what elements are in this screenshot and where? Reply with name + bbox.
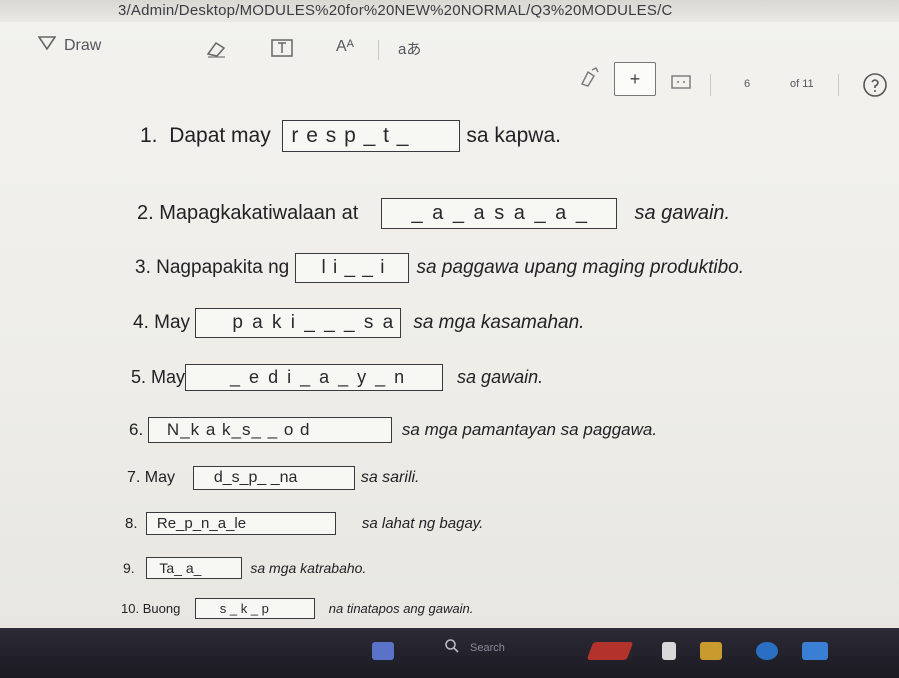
page-total: of 11 — [790, 78, 814, 90]
add-label: + — [629, 68, 641, 89]
item-number: 4. — [133, 312, 149, 333]
item-suffix: sa mga kasamahan. — [413, 312, 585, 333]
text-size-button[interactable]: Aᴬ — [336, 38, 354, 56]
toolbar-divider — [710, 74, 711, 96]
answer-box[interactable]: _ a _ a s a _ a _ — [380, 198, 617, 229]
pdf-viewer: 3/Admin/Desktop/MODULES%20for%20NEW%20NO… — [0, 0, 899, 678]
item-text: May — [151, 367, 186, 387]
pdf-toolbar: Draw Aᴬ aあ + 6 of 11 — [0, 22, 899, 100]
item-suffix: sa paggawa upang maging produktibo. — [416, 257, 744, 278]
toolbar-divider — [838, 74, 839, 96]
answer-box[interactable]: l i _ _ i — [294, 253, 409, 283]
url-text[interactable]: 3/Admin/Desktop/MODULES%20for%20NEW%20NO… — [118, 2, 673, 19]
worksheet-item: 6. N_k a k_s_ _ o d sa mga pamantayan sa… — [129, 417, 657, 443]
taskbar: Search — [0, 628, 899, 678]
item-suffix: sa gawain. — [634, 202, 731, 224]
item-number: 9. — [123, 560, 135, 576]
worksheet-item: 2. Mapagkakatiwalaan at _ a _ a s a _ a … — [137, 198, 730, 229]
file-explorer-icon[interactable] — [586, 642, 634, 660]
item-suffix: sa mga katrabaho. — [250, 560, 367, 576]
files-icon[interactable] — [700, 642, 722, 660]
item-number: 2. — [137, 202, 154, 224]
item-text: May — [144, 469, 176, 486]
item-suffix: sa kapwa. — [466, 124, 561, 147]
worksheet-item: 8. Re_p_n_a_le sa lahat ng bagay. — [125, 512, 483, 535]
item-text: Buong — [142, 601, 181, 616]
item-number: 6. — [129, 420, 144, 439]
text-box-icon[interactable] — [270, 38, 294, 63]
search-input[interactable]: Search — [470, 642, 505, 654]
item-suffix: sa lahat ng bagay. — [361, 515, 484, 532]
answer-box[interactable]: r e s p _ t _ — [282, 120, 461, 152]
item-number: 8. — [125, 515, 138, 532]
worksheet-item: 3. Nagpapakita ng l i _ _ i sa paggawa u… — [135, 253, 744, 283]
item-suffix: sa mga pamantayan sa paggawa. — [401, 420, 658, 439]
eraser-icon[interactable] — [205, 40, 227, 63]
answer-box[interactable]: N_k a k_s_ _ o d — [147, 417, 392, 443]
worksheet-item: 5. May _ e d i _ a _ y _ n sa gawain. — [131, 364, 543, 391]
answer-box[interactable]: Ta_ a_ — [146, 557, 243, 579]
answer-box[interactable]: Re_p_n_a_le — [145, 512, 336, 535]
read-aloud-button[interactable]: aあ — [398, 38, 421, 59]
fit-page-icon[interactable] — [670, 74, 692, 95]
worksheet-item: 1. Dapat may r e s p _ t _ sa kapwa. — [140, 120, 561, 152]
toolbar-divider — [378, 40, 379, 60]
draw-button[interactable]: Draw — [37, 36, 102, 55]
answer-box[interactable]: p a k i _ _ _ s a — [195, 308, 402, 338]
item-number: 7. — [127, 469, 141, 486]
help-icon[interactable] — [862, 72, 888, 103]
item-suffix: sa sarili. — [360, 469, 420, 486]
worksheet-item: 4. May p a k i _ _ _ s a sa mga kasamaha… — [133, 308, 584, 338]
item-text: Nagpapakita ng — [156, 257, 290, 278]
item-number: 3. — [135, 257, 151, 278]
item-number: 5. — [131, 367, 147, 387]
task-view-icon[interactable] — [372, 642, 394, 660]
item-text: Dapat may — [169, 124, 271, 147]
search-icon[interactable] — [444, 638, 460, 657]
item-number: 10. — [121, 601, 140, 616]
cursor-icon[interactable] — [662, 642, 676, 660]
item-text: May — [154, 312, 191, 333]
answer-box[interactable]: d_s_p_ _na — [192, 466, 355, 490]
address-bar[interactable]: 3/Admin/Desktop/MODULES%20for%20NEW%20NO… — [0, 0, 899, 22]
worksheet-item: 9. Ta_ a_ sa mga katrabaho. — [123, 557, 366, 579]
worksheet-item: 7. May d_s_p_ _na sa sarili. — [127, 466, 420, 490]
answer-box[interactable]: _ e d i _ a _ y _ n — [185, 364, 444, 391]
answer-box[interactable]: s _ k _ p — [194, 598, 315, 619]
item-suffix: sa gawain. — [457, 367, 544, 387]
highlight-icon[interactable] — [578, 66, 604, 93]
worksheet-item: 10. Buong s _ k _ p na tinatapos ang gaw… — [121, 598, 473, 619]
item-text: Mapagkakatiwalaan at — [159, 202, 359, 224]
item-number: 1. — [140, 124, 158, 147]
add-note-button[interactable]: + — [614, 62, 656, 96]
page-number-input[interactable]: 6 — [744, 78, 750, 90]
store-icon[interactable] — [802, 642, 828, 660]
browser-icon[interactable] — [756, 642, 778, 660]
filter-icon — [37, 36, 57, 55]
item-suffix: na tinatapos ang gawain. — [328, 601, 474, 616]
draw-label: Draw — [64, 36, 102, 54]
